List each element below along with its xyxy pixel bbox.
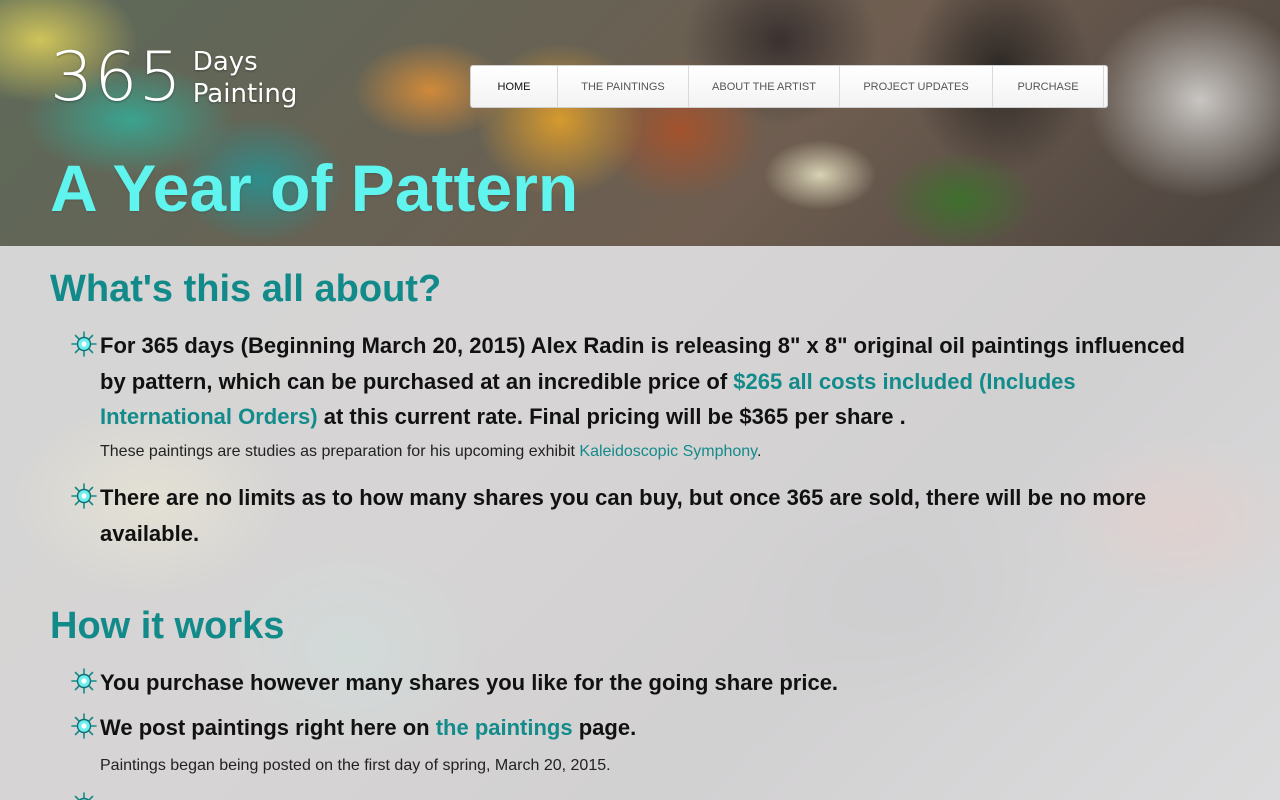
nav-item-the-paintings[interactable]: THE PAINTINGS xyxy=(558,66,689,107)
main-nav: HOME THE PAINTINGS ABOUT THE ARTIST PROJ… xyxy=(470,65,1108,108)
about-paragraph-2: There are no limits as to how many share… xyxy=(100,485,1147,546)
section-title-how: How it works xyxy=(50,605,285,647)
kaleidoscopic-symphony-link[interactable]: Kaleidoscopic Symphony xyxy=(579,443,757,460)
nav-item-purchase[interactable]: PURCHASE xyxy=(993,66,1104,107)
logo-line-days: Days xyxy=(192,47,258,77)
list-item-how-1: You purchase however many shares you lik… xyxy=(70,665,1210,701)
about-note: These paintings are studies as preparati… xyxy=(100,441,1210,463)
about-note-after: . xyxy=(756,442,762,460)
site-logo[interactable]: 365 Days Painting xyxy=(50,38,297,118)
the-paintings-link[interactable]: the paintings xyxy=(436,715,573,740)
nav-item-home[interactable]: HOME xyxy=(471,66,558,107)
how-paragraph-1: You purchase however many shares you lik… xyxy=(100,670,839,695)
starburst-bullet-icon xyxy=(71,713,97,739)
nav-item-about-the-artist[interactable]: ABOUT THE ARTIST xyxy=(689,66,840,107)
section-title-about: What's this all about? xyxy=(50,268,442,310)
about-note-before: These paintings are studies as preparati… xyxy=(100,442,580,460)
starburst-bullet-icon xyxy=(74,792,94,800)
logo-number: 365 xyxy=(50,38,183,117)
list-item-about-2: There are no limits as to how many share… xyxy=(70,480,1210,551)
how-text-after: page. xyxy=(572,715,637,740)
starburst-bullet-icon xyxy=(71,668,97,694)
how-paragraph-2: We post paintings right here on the pain… xyxy=(100,710,1210,746)
logo-line-painting: Painting xyxy=(192,79,298,109)
hero-title: A Year of Pattern xyxy=(50,151,579,225)
list-item-about-1: For 365 days (Beginning March 20, 2015) … xyxy=(70,328,1210,463)
list-item-how-2: We post paintings right here on the pain… xyxy=(70,710,1210,777)
about-text-after: at this current rate. Final pricing will… xyxy=(317,404,906,429)
about-paragraph-1: For 365 days (Beginning March 20, 2015) … xyxy=(100,328,1210,435)
nav-item-project-updates[interactable]: PROJECT UPDATES xyxy=(840,66,993,107)
how-text-before: We post paintings right here on xyxy=(100,715,436,740)
starburst-bullet-icon xyxy=(71,331,97,357)
starburst-bullet-icon xyxy=(71,483,97,509)
logo-words: Days Painting xyxy=(193,46,298,110)
how-note: Paintings began being posted on the firs… xyxy=(100,756,611,774)
